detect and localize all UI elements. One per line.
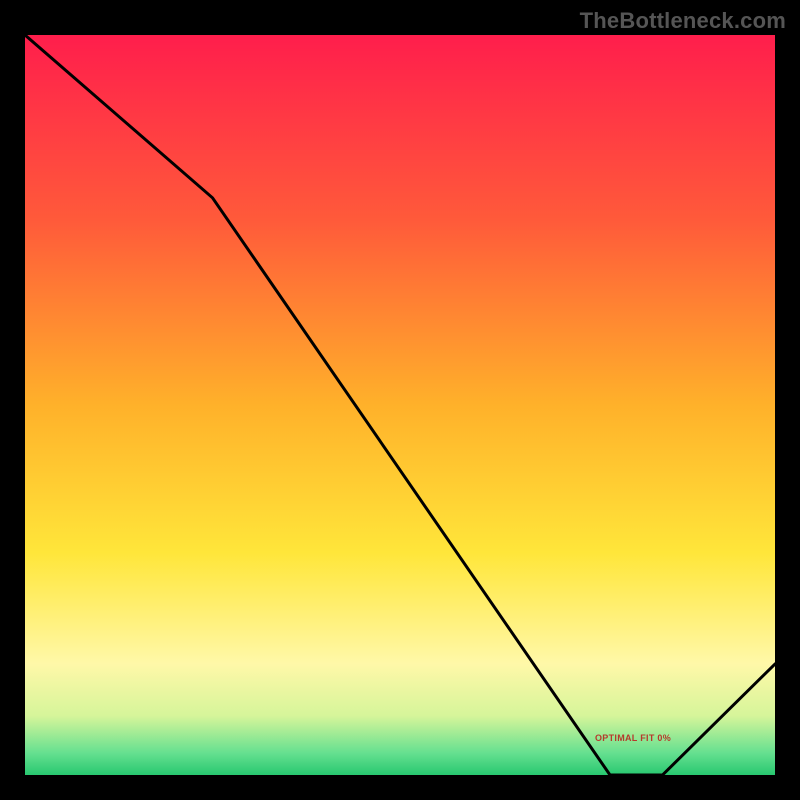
watermark-text: TheBottleneck.com — [580, 8, 786, 34]
optimal-fit-label: OPTIMAL FIT 0% — [595, 733, 671, 743]
bottleneck-curve — [25, 35, 775, 775]
bottleneck-curve-layer — [25, 35, 775, 775]
plot-area: OPTIMAL FIT 0% — [25, 35, 775, 775]
chart-frame: TheBottleneck.com OPTIMAL FIT 0% — [0, 0, 800, 800]
